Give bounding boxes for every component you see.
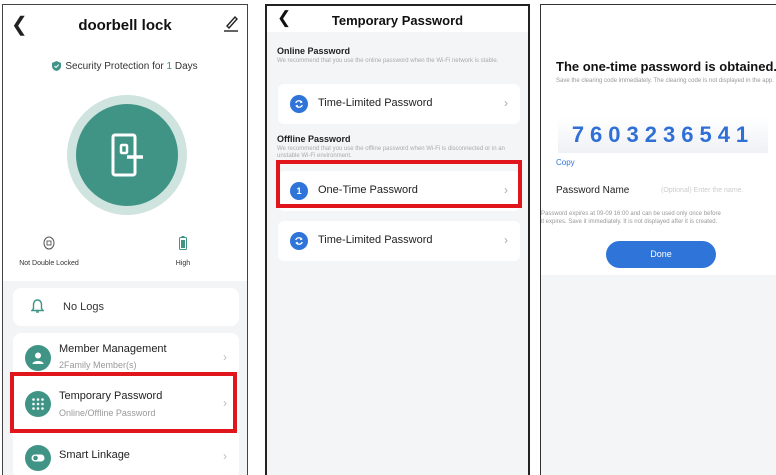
- done-button[interactable]: Done: [606, 241, 716, 268]
- unlock-button[interactable]: [67, 95, 187, 215]
- header: ❮ Temporary Password: [267, 6, 528, 32]
- offline-password-description: We recommend that you use the offline pa…: [277, 146, 505, 159]
- security-protection-label: Security Protection for 1 Days: [3, 61, 247, 72]
- battery-icon: [179, 236, 187, 250]
- expiry-note-line-2: it expires. Save it immediately. It is n…: [541, 219, 718, 225]
- offline-password-heading: Offline Password: [277, 134, 351, 144]
- battery-status: High: [151, 236, 215, 267]
- bell-icon: [31, 299, 44, 313]
- online-password-description: We recommend that you use the online pas…: [277, 58, 499, 64]
- temporary-password-title: Temporary Password: [59, 390, 163, 402]
- logs-card[interactable]: No Logs: [13, 288, 239, 326]
- password-name-input[interactable]: (Optional) Enter the name.: [661, 187, 744, 194]
- temporary-password-item[interactable]: Temporary Password Online/Offline Passwo…: [13, 381, 239, 429]
- password-result-screen: The one-time password is obtained. Save …: [540, 4, 776, 475]
- smart-linkage-item[interactable]: Smart Linkage ›: [13, 437, 239, 475]
- menu-card: Member Management 2Family Member(s) › Te…: [13, 333, 239, 475]
- chevron-right-icon: ›: [223, 396, 227, 410]
- double-lock-label: Not Double Locked: [19, 260, 79, 267]
- door-lock-icon: [111, 133, 143, 177]
- page-title: Temporary Password: [331, 13, 464, 28]
- person-icon: [25, 345, 51, 371]
- shield-icon: [52, 61, 62, 71]
- battery-label: High: [175, 260, 191, 267]
- double-lock-status: Not Double Locked: [17, 236, 81, 267]
- one-time-password-item[interactable]: 1 One-Time Password ›: [278, 171, 520, 211]
- copy-link[interactable]: Copy: [556, 158, 575, 167]
- security-prefix: Security Protection for: [65, 61, 167, 72]
- online-time-limited-password-item[interactable]: Time-Limited Password ›: [278, 84, 520, 124]
- keypad-icon: [25, 391, 51, 417]
- chevron-right-icon: ›: [223, 449, 227, 463]
- temporary-password-subtitle: Online/Offline Password: [59, 408, 156, 418]
- security-suffix: Days: [172, 61, 198, 72]
- password-name-label: Password Name: [556, 185, 630, 196]
- lock-home-screen: ❮ doorbell lock Security Protection for …: [2, 4, 248, 475]
- one-time-password-label: One-Time Password: [318, 184, 418, 196]
- expiry-note-line-1: Password expires at 09-09 16:00 and can …: [541, 211, 721, 217]
- page-title: doorbell lock: [78, 17, 172, 34]
- logs-label: No Logs: [63, 301, 104, 313]
- chevron-right-icon: ›: [504, 233, 508, 247]
- member-management-item[interactable]: Member Management 2Family Member(s) ›: [13, 333, 239, 381]
- refresh-icon: [290, 95, 308, 113]
- refresh-icon: [290, 232, 308, 250]
- offline-time-limited-password-item[interactable]: Time-Limited Password ›: [278, 221, 520, 261]
- result-panel: The one-time password is obtained. Save …: [541, 5, 776, 275]
- smart-linkage-title: Smart Linkage: [59, 449, 130, 461]
- result-title: The one-time password is obtained.: [556, 59, 776, 74]
- chevron-right-icon: ›: [504, 183, 508, 197]
- time-limited-password-label: Time-Limited Password: [318, 234, 433, 246]
- header: ❮ doorbell lock: [3, 5, 247, 43]
- one-time-badge: 1: [290, 182, 308, 200]
- edit-icon[interactable]: [223, 14, 239, 32]
- toggle-icon: [25, 445, 51, 471]
- lock-status-panel: Security Protection for 1 Days Not Doubl…: [3, 43, 247, 281]
- chevron-right-icon: ›: [223, 350, 227, 364]
- member-management-subtitle: 2Family Member(s): [59, 360, 137, 370]
- expiry-note: Password expires at 09-09 16:00 and can …: [541, 210, 776, 226]
- double-lock-icon: [43, 236, 55, 250]
- time-limited-password-label: Time-Limited Password: [318, 97, 433, 109]
- temporary-password-screen: ❮ Temporary Password Online Password We …: [265, 4, 530, 475]
- chevron-right-icon: ›: [504, 96, 508, 110]
- result-subtitle: Save the clearing code immediately. The …: [556, 78, 774, 84]
- unlock-button-core[interactable]: [76, 104, 178, 206]
- password-code: 7603236541: [558, 117, 768, 153]
- member-management-title: Member Management: [59, 343, 167, 355]
- online-password-heading: Online Password: [277, 46, 351, 56]
